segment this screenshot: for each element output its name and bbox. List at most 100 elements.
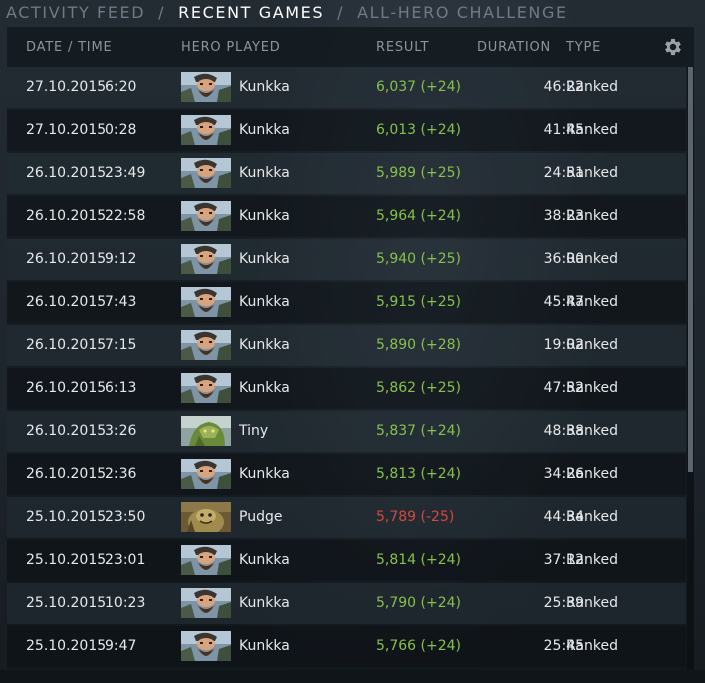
match-result: 5,915 (+25) xyxy=(376,294,461,310)
match-result: 5,964 (+24) xyxy=(376,208,461,224)
recent-games-panel: DATE / TIME HERO PLAYED RESULT DURATION … xyxy=(7,27,694,670)
tab-bar: ACTIVITY FEED / RECENT GAMES / ALL-HERO … xyxy=(6,0,568,24)
game-time: 9:47 xyxy=(105,638,137,654)
game-date: 26.10.2015 xyxy=(26,251,107,267)
hero-name: Kunkka xyxy=(239,552,290,568)
hero-portrait-image xyxy=(181,416,231,446)
hero-name: Kunkka xyxy=(239,380,290,396)
game-row[interactable]: 26.10.2015 2:36 Kunkka 5,813 (+24) 34:26 Rank… xyxy=(7,454,686,495)
column-header-result[interactable]: RESULT xyxy=(376,40,429,55)
match-result: 5,790 (+24) xyxy=(376,595,461,611)
hero-name: Kunkka xyxy=(239,466,290,482)
game-row[interactable]: 26.10.2015 23:49 Kunkka 5,989 (+25) 24:51 Ran… xyxy=(7,153,686,194)
game-row[interactable]: 27.10.2015 6:20 Kunkka 6,037 (+24) 46:22 Rank… xyxy=(7,67,686,108)
game-time: 9:12 xyxy=(105,251,137,267)
game-row[interactable]: 26.10.2015 22:58 Kunkka 5,964 (+24) 38:23 Ran… xyxy=(7,196,686,237)
tab-all-hero-challenge[interactable]: ALL-HERO CHALLENGE xyxy=(357,3,568,22)
match-result: 5,766 (+24) xyxy=(376,638,461,654)
column-header-date-time[interactable]: DATE / TIME xyxy=(26,40,112,55)
game-row[interactable]: 25.10.2015 9:47 Kunkka 5,766 (+24) 25:45 Rank… xyxy=(7,626,686,667)
match-result: 5,890 (+28) xyxy=(376,337,461,353)
game-row[interactable]: 27.10.2015 0:28 Kunkka 6,013 (+24) 41:45 Rank… xyxy=(7,110,686,151)
game-row[interactable]: 26.10.2015 7:15 Kunkka 5,890 (+28) 19:02 Rank… xyxy=(7,325,686,366)
match-result: 5,862 (+25) xyxy=(376,380,461,396)
game-time: 23:50 xyxy=(105,509,146,525)
game-date: 25.10.2015 xyxy=(26,595,107,611)
game-row[interactable]: 25.10.2015 23:50 Pudge 5,789 (-25) 44:34 Rank… xyxy=(7,497,686,538)
hero-portrait-image xyxy=(181,330,231,360)
hero-name: Kunkka xyxy=(239,122,290,138)
match-type: Ranked xyxy=(566,337,618,353)
match-type: Ranked xyxy=(566,638,618,654)
hero-portrait-image xyxy=(181,588,231,618)
hero-name: Kunkka xyxy=(239,79,290,95)
match-type: Ranked xyxy=(566,423,618,439)
match-result: 5,837 (+24) xyxy=(376,423,461,439)
game-date: 26.10.2015 xyxy=(26,208,107,224)
game-time: 7:43 xyxy=(105,294,137,310)
game-time: 22:58 xyxy=(105,208,146,224)
tab-separator: / xyxy=(158,2,166,22)
hero-name: Kunkka xyxy=(239,638,290,654)
game-date: 25.10.2015 xyxy=(26,552,107,568)
gear-icon[interactable] xyxy=(662,36,684,58)
column-header-duration[interactable]: DURATION xyxy=(477,40,551,55)
hero-name: Kunkka xyxy=(239,337,290,353)
match-type: Ranked xyxy=(566,552,618,568)
column-header-type[interactable]: TYPE xyxy=(566,40,601,55)
match-type: Ranked xyxy=(566,165,618,181)
match-type: Ranked xyxy=(566,122,618,138)
match-type: Ranked xyxy=(566,294,618,310)
hero-portrait-image xyxy=(181,459,231,489)
game-time: 6:13 xyxy=(105,380,137,396)
game-time: 3:26 xyxy=(105,423,137,439)
hero-portrait-image xyxy=(181,244,231,274)
game-row[interactable]: 25.10.2015 23:01 Kunkka 5,814 (+24) 37:12 Ran… xyxy=(7,540,686,581)
table-header: DATE / TIME HERO PLAYED RESULT DURATION … xyxy=(7,27,694,67)
game-time: 23:01 xyxy=(105,552,146,568)
hero-portrait-image xyxy=(181,158,231,188)
game-time: 7:15 xyxy=(105,337,137,353)
game-row[interactable]: 26.10.2015 9:12 Kunkka 5,940 (+25) 36:00 Rank… xyxy=(7,239,686,280)
game-date: 26.10.2015 xyxy=(26,337,107,353)
hero-portrait-image xyxy=(181,631,231,661)
hero-name: Kunkka xyxy=(239,165,290,181)
hero-portrait-image xyxy=(181,502,231,532)
game-time: 0:28 xyxy=(105,122,137,138)
match-result: 5,813 (+24) xyxy=(376,466,461,482)
scrollbar[interactable] xyxy=(687,67,694,670)
game-date: 26.10.2015 xyxy=(26,294,107,310)
game-date: 26.10.2015 xyxy=(26,165,107,181)
game-date: 27.10.2015 xyxy=(26,79,107,95)
hero-portrait-image xyxy=(181,545,231,575)
game-date: 25.10.2015 xyxy=(26,638,107,654)
match-type: Ranked xyxy=(566,509,618,525)
hero-name: Kunkka xyxy=(239,294,290,310)
tab-recent-games[interactable]: RECENT GAMES xyxy=(178,3,324,22)
match-type: Ranked xyxy=(566,251,618,267)
hero-name: Kunkka xyxy=(239,208,290,224)
hero-name: Kunkka xyxy=(239,251,290,267)
game-row[interactable]: 26.10.2015 3:26 Tiny 5,837 (+24) 48:38 Ranked xyxy=(7,411,686,452)
column-header-hero[interactable]: HERO PLAYED xyxy=(181,40,281,55)
game-row[interactable]: 26.10.2015 7:43 Kunkka 5,915 (+25) 45:47 Rank… xyxy=(7,282,686,323)
game-date: 27.10.2015 xyxy=(26,122,107,138)
match-type: Ranked xyxy=(566,79,618,95)
tab-activity-feed[interactable]: ACTIVITY FEED xyxy=(6,3,145,22)
hero-portrait-image xyxy=(181,72,231,102)
game-time: 6:20 xyxy=(105,79,137,95)
match-result: 5,814 (+24) xyxy=(376,552,461,568)
match-type: Ranked xyxy=(566,380,618,396)
hero-name: Kunkka xyxy=(239,595,290,611)
hero-portrait-image xyxy=(181,115,231,145)
match-type: Ranked xyxy=(566,208,618,224)
match-result: 6,013 (+24) xyxy=(376,122,461,138)
hero-portrait-image xyxy=(181,201,231,231)
game-date: 25.10.2015 xyxy=(26,509,107,525)
game-row[interactable]: 25.10.2015 10:23 Kunkka 5,790 (+24) 25:39 Ran… xyxy=(7,583,686,624)
game-date: 26.10.2015 xyxy=(26,423,107,439)
hero-portrait-image xyxy=(181,373,231,403)
hero-portrait-image xyxy=(181,287,231,317)
game-row[interactable]: 26.10.2015 6:13 Kunkka 5,862 (+25) 47:52 Rank… xyxy=(7,368,686,409)
scrollbar-thumb[interactable] xyxy=(688,67,693,472)
